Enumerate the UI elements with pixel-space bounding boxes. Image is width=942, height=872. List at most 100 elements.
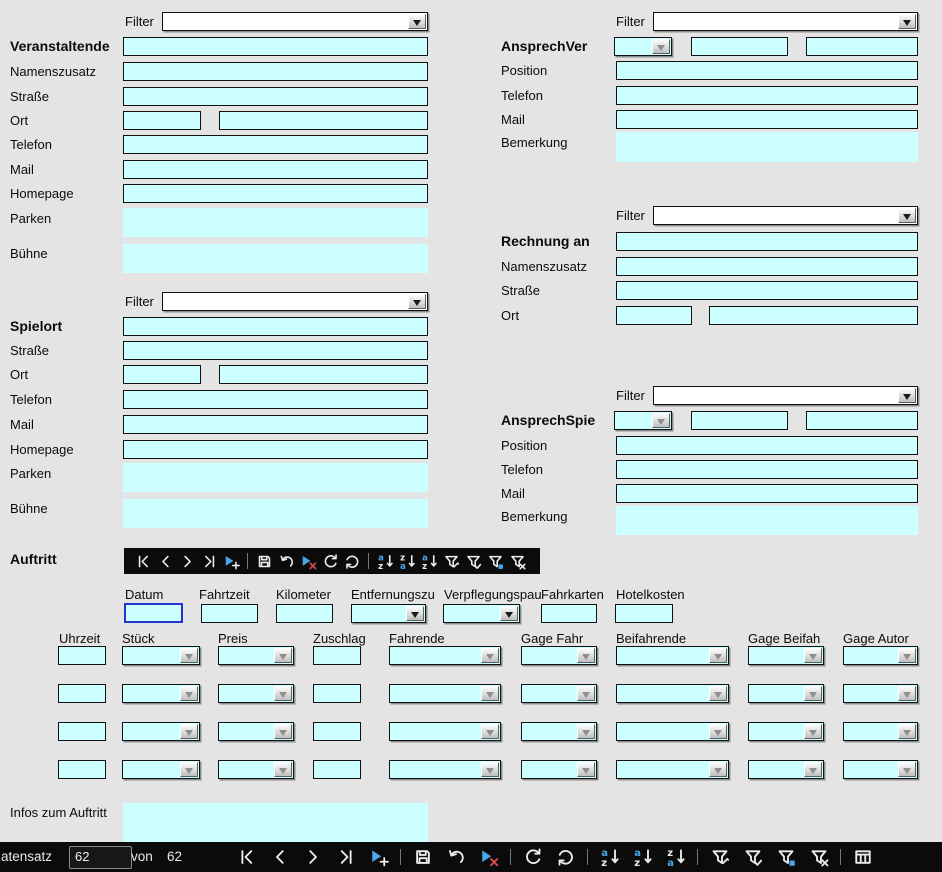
dropdown-arrow-icon[interactable] xyxy=(500,606,518,621)
dropdown-arrow-icon[interactable] xyxy=(898,686,916,701)
first-record-icon[interactable] xyxy=(132,549,154,573)
spielort-filter-combobox[interactable] xyxy=(162,292,428,311)
delete-record-icon[interactable] xyxy=(297,549,319,573)
spielort-strasse-field[interactable] xyxy=(123,341,428,360)
first-record-icon[interactable] xyxy=(230,842,263,872)
auftritt-row1-gage-autor-combobox[interactable] xyxy=(843,646,918,665)
last-record-icon[interactable] xyxy=(198,549,220,573)
refresh-control-icon[interactable] xyxy=(341,549,363,573)
ansprechspie-filter-combobox[interactable] xyxy=(653,386,918,405)
datum-field[interactable] xyxy=(124,603,183,623)
dropdown-arrow-icon[interactable] xyxy=(577,648,595,663)
auftritt-row3-fahrende-combobox[interactable] xyxy=(389,722,501,741)
veranstaltende-name-field[interactable] xyxy=(123,37,428,56)
auftritt-row3-beifahrende-combobox[interactable] xyxy=(616,722,729,741)
veranstaltende-homepage-field[interactable] xyxy=(123,184,428,203)
next-record-icon[interactable] xyxy=(176,549,198,573)
veranstaltende-filter-combobox[interactable] xyxy=(162,12,428,31)
auftritt-row1-zuschlag-field[interactable] xyxy=(313,646,361,665)
dropdown-arrow-icon[interactable] xyxy=(481,724,499,739)
dropdown-arrow-icon[interactable] xyxy=(408,294,426,309)
ansprechver-anrede-combobox[interactable] xyxy=(614,37,672,56)
dropdown-arrow-icon[interactable] xyxy=(804,648,822,663)
spielort-parken-area[interactable] xyxy=(123,463,428,492)
rechnungan-plz-field[interactable] xyxy=(616,306,692,325)
apply-filter-icon[interactable] xyxy=(462,549,484,573)
dropdown-arrow-icon[interactable] xyxy=(804,724,822,739)
auftritt-row2-stueck-combobox[interactable] xyxy=(122,684,200,703)
dropdown-arrow-icon[interactable] xyxy=(577,762,595,777)
auftritt-row2-zuschlag-field[interactable] xyxy=(313,684,361,703)
auftritt-row4-gage-fahr-combobox[interactable] xyxy=(521,760,597,779)
dropdown-arrow-icon[interactable] xyxy=(180,762,198,777)
spielort-plz-field[interactable] xyxy=(123,365,201,384)
dropdown-arrow-icon[interactable] xyxy=(804,762,822,777)
auftritt-row2-gage-fahr-combobox[interactable] xyxy=(521,684,597,703)
auftritt-row3-preis-combobox[interactable] xyxy=(218,722,294,741)
veranstaltende-namenszusatz-field[interactable] xyxy=(123,62,428,81)
auftritt-row3-zuschlag-field[interactable] xyxy=(313,722,361,741)
sort-ascending-icon[interactable]: az xyxy=(418,549,440,573)
auftritt-row2-gage-autor-combobox[interactable] xyxy=(843,684,918,703)
dropdown-arrow-icon[interactable] xyxy=(274,724,292,739)
dropdown-arrow-icon[interactable] xyxy=(898,14,916,29)
dropdown-arrow-icon[interactable] xyxy=(577,724,595,739)
dropdown-arrow-icon[interactable] xyxy=(481,648,499,663)
new-record-icon[interactable] xyxy=(220,549,242,573)
sort-descending-icon[interactable]: za xyxy=(396,549,418,573)
dropdown-arrow-icon[interactable] xyxy=(709,686,727,701)
auftritt-row2-beifahrende-combobox[interactable] xyxy=(616,684,729,703)
sort-icon[interactable]: az xyxy=(593,842,626,872)
new-record-icon[interactable] xyxy=(362,842,395,872)
dropdown-arrow-icon[interactable] xyxy=(408,14,426,29)
ansprechspie-mail-field[interactable] xyxy=(616,484,918,503)
data-source-as-table-icon[interactable] xyxy=(846,842,879,872)
sort-icon[interactable]: az xyxy=(374,549,396,573)
refresh-icon[interactable] xyxy=(516,842,549,872)
auftritt-row4-fahrende-combobox[interactable] xyxy=(389,760,501,779)
auftritt-row1-gage-beifah-combobox[interactable] xyxy=(748,646,824,665)
dropdown-arrow-icon[interactable] xyxy=(274,762,292,777)
dropdown-arrow-icon[interactable] xyxy=(180,686,198,701)
auftritt-row3-gage-autor-combobox[interactable] xyxy=(843,722,918,741)
veranstaltende-ort-field[interactable] xyxy=(219,111,428,130)
dropdown-arrow-icon[interactable] xyxy=(709,762,727,777)
entfernungszuschlag-combobox[interactable] xyxy=(351,604,426,623)
auftritt-row1-uhrzeit-field[interactable] xyxy=(58,646,106,665)
auftritt-row1-stueck-combobox[interactable] xyxy=(122,646,200,665)
dropdown-arrow-icon[interactable] xyxy=(180,724,198,739)
auftritt-row2-fahrende-combobox[interactable] xyxy=(389,684,501,703)
dropdown-arrow-icon[interactable] xyxy=(898,648,916,663)
auftritt-row4-preis-combobox[interactable] xyxy=(218,760,294,779)
hotelkosten-field[interactable] xyxy=(615,604,673,623)
auftritt-row2-uhrzeit-field[interactable] xyxy=(58,684,106,703)
veranstaltende-telefon-field[interactable] xyxy=(123,135,428,154)
ansprechspie-vorname-field[interactable] xyxy=(691,411,788,430)
refresh-icon[interactable] xyxy=(319,549,341,573)
refresh-control-icon[interactable] xyxy=(549,842,582,872)
current-record-input[interactable]: 62 xyxy=(69,846,132,869)
undo-icon[interactable] xyxy=(275,549,297,573)
sort-ascending-icon[interactable]: az xyxy=(626,842,659,872)
dropdown-arrow-icon[interactable] xyxy=(898,724,916,739)
ansprechspie-position-field[interactable] xyxy=(616,436,918,455)
ansprechspie-name-field[interactable] xyxy=(806,411,918,430)
ansprechspie-telefon-field[interactable] xyxy=(616,460,918,479)
spielort-ort-field[interactable] xyxy=(219,365,428,384)
kilometer-field[interactable] xyxy=(276,604,333,623)
autofilter-icon[interactable] xyxy=(440,549,462,573)
dropdown-arrow-icon[interactable] xyxy=(652,413,670,428)
infos-zum-auftritt-area[interactable] xyxy=(123,803,428,842)
ansprechver-bemerkung-area[interactable] xyxy=(616,132,918,162)
veranstaltende-mail-field[interactable] xyxy=(123,160,428,179)
ansprechspie-bemerkung-area[interactable] xyxy=(616,506,918,535)
previous-record-icon[interactable] xyxy=(154,549,176,573)
auftritt-row4-zuschlag-field[interactable] xyxy=(313,760,361,779)
auftritt-row4-uhrzeit-field[interactable] xyxy=(58,760,106,779)
ansprechspie-anrede-combobox[interactable] xyxy=(614,411,672,430)
verpflegungspauschale-combobox[interactable] xyxy=(443,604,520,623)
autofilter-icon[interactable] xyxy=(703,842,736,872)
auftritt-row4-stueck-combobox[interactable] xyxy=(122,760,200,779)
rechnungan-namenszusatz-field[interactable] xyxy=(616,257,918,276)
rechnungan-ort-field[interactable] xyxy=(709,306,918,325)
